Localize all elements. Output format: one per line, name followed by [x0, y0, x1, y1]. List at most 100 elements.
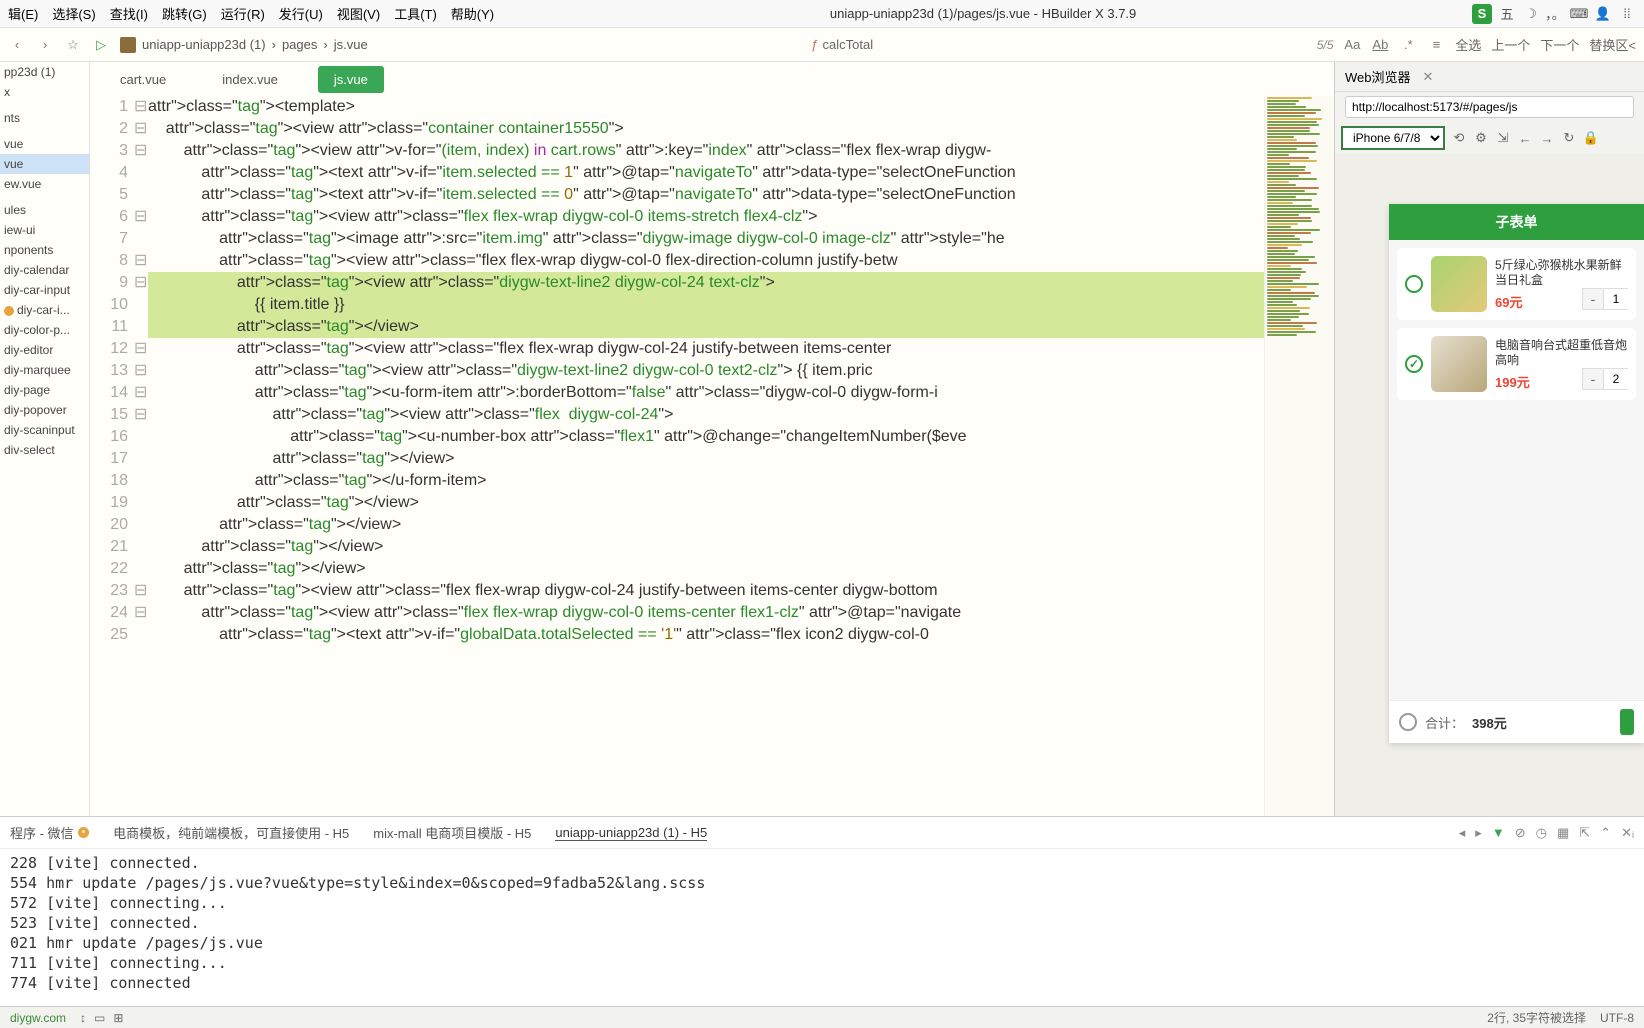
expand-icon[interactable]: ⇱ — [1579, 825, 1590, 841]
preview-tab[interactable]: Web浏览器 ✕ — [1335, 62, 1644, 92]
word-icon[interactable]: Ab — [1371, 36, 1389, 54]
sb-item[interactable]: diy-car-input — [0, 280, 89, 300]
sb-item[interactable]: diy-scaninput — [0, 420, 89, 440]
sb-item[interactable]: diy-car-i... — [0, 300, 89, 320]
list-icon[interactable]: ≡ — [1427, 36, 1445, 54]
sb-project[interactable]: pp23d (1) — [0, 62, 89, 82]
checkbox[interactable] — [1405, 275, 1423, 293]
settings-icon[interactable]: ⚙ — [1473, 130, 1489, 146]
encoding[interactable]: UTF-8 — [1600, 1011, 1634, 1025]
sb-item[interactable]: diy-calendar — [0, 260, 89, 280]
regex-icon[interactable]: .* — [1399, 36, 1417, 54]
checkout-button[interactable] — [1620, 709, 1634, 735]
up-icon[interactable]: ⌃ — [1600, 825, 1611, 841]
menu-edit[interactable]: 辑(E) — [8, 4, 38, 23]
quantity-stepper[interactable]: - 2 — [1582, 368, 1628, 390]
filter-icon[interactable]: ▼ — [1492, 825, 1505, 841]
menu-select[interactable]: 选择(S) — [52, 4, 95, 23]
sb-item[interactable]: diy-marquee — [0, 360, 89, 380]
back-arrow-icon[interactable]: ← — [1517, 130, 1533, 146]
device-select[interactable]: iPhone 6/7/8 — [1341, 126, 1445, 150]
replace-area[interactable]: 替换区< — [1589, 35, 1636, 54]
sb-item[interactable]: diy-popover — [0, 400, 89, 420]
sb-item[interactable]: nts — [0, 108, 89, 128]
export-icon[interactable]: ⇲ — [1495, 130, 1511, 146]
moon-icon[interactable]: ☽ — [1522, 5, 1540, 23]
fold-column[interactable]: ⊟⊟⊟⊟⊟⊟⊟⊟⊟⊟⊟⊟ — [134, 96, 148, 816]
checkbox-checked[interactable] — [1405, 355, 1423, 373]
console-output[interactable]: 228 [vite] connected. 554 hmr update /pa… — [0, 849, 1644, 1006]
sb-item[interactable]: vue — [0, 134, 89, 154]
tab-cart[interactable]: cart.vue — [104, 66, 182, 93]
sb-item[interactable]: nponents — [0, 240, 89, 260]
url-input[interactable] — [1345, 96, 1634, 118]
bc-file[interactable]: js.vue — [334, 37, 368, 52]
star-icon[interactable]: ☆ — [64, 36, 82, 54]
keyboard-icon[interactable]: ⌨ — [1570, 5, 1588, 23]
function-indicator[interactable]: ƒ calcTotal — [811, 37, 873, 52]
grid-icon[interactable]: ⁞⁞ — [1618, 5, 1636, 23]
code-editor[interactable]: 1234567891011121314151617181920212223242… — [90, 96, 1334, 816]
settings2-icon[interactable]: ✕ᵢ — [1621, 825, 1634, 841]
quantity-stepper[interactable]: - 1 — [1582, 288, 1628, 310]
minus-button[interactable]: - — [1582, 368, 1604, 390]
grid2-icon[interactable]: ⊞ — [113, 1011, 123, 1025]
menu-goto[interactable]: 跳转(G) — [162, 4, 207, 23]
reload-icon[interactable]: ↻ — [1561, 130, 1577, 146]
play-icon[interactable]: ▷ — [92, 36, 110, 54]
sb-item-active[interactable]: vue — [0, 154, 89, 174]
minimap[interactable] — [1264, 96, 1334, 816]
ime-icon[interactable]: S — [1472, 4, 1492, 24]
stop-icon[interactable]: ⊘ — [1515, 825, 1526, 841]
sb-item[interactable]: diy-color-p... — [0, 320, 89, 340]
select-all-checkbox[interactable] — [1399, 713, 1417, 731]
sb-item[interactable]: iew-ui — [0, 220, 89, 240]
back-icon[interactable]: ‹ — [8, 36, 26, 54]
sb-item[interactable]: ules — [0, 200, 89, 220]
console-tab-h5-1[interactable]: 电商模板，纯前端模板，可直接使用 - H5 — [113, 823, 349, 842]
menu-find[interactable]: 查找(I) — [110, 4, 148, 23]
next-icon[interactable]: ▸ — [1475, 825, 1482, 841]
forward-arrow-icon[interactable]: → — [1539, 130, 1555, 146]
lock-icon[interactable]: 🔒 — [1583, 130, 1599, 146]
console-tab-h5-2[interactable]: mix-mall 电商项目模版 - H5 — [373, 823, 531, 842]
terminal-icon[interactable]: ▭ — [94, 1011, 105, 1025]
file-explorer[interactable]: pp23d (1) x nts vue vue ew.vue ules iew-… — [0, 62, 90, 816]
close-icon[interactable]: ✕ — [1423, 69, 1434, 85]
menu-tools[interactable]: 工具(T) — [394, 4, 437, 23]
phone-screen[interactable]: 子表单 5斤绿心弥猴桃水果新鲜当日礼盒 69元 - 1 — [1389, 204, 1644, 743]
refresh-icon[interactable]: ⟲ — [1451, 130, 1467, 146]
tab-index[interactable]: index.vue — [206, 66, 294, 93]
product-card[interactable]: 5斤绿心弥猴桃水果新鲜当日礼盒 69元 - 1 — [1397, 248, 1636, 320]
sb-item[interactable]: div-select — [0, 440, 89, 460]
bc-folder[interactable]: pages — [282, 37, 317, 52]
console-tab-active[interactable]: uniapp-uniapp23d (1) - H5 — [555, 825, 707, 841]
prev-match[interactable]: 上一个 — [1491, 35, 1530, 54]
minus-button[interactable]: - — [1582, 288, 1604, 310]
next-match[interactable]: 下一个 — [1540, 35, 1579, 54]
clear-icon[interactable]: ▦ — [1557, 825, 1569, 841]
clock-icon[interactable]: ◷ — [1536, 825, 1547, 841]
forward-icon[interactable]: › — [36, 36, 54, 54]
comma-icon[interactable]: ，。 — [1546, 5, 1564, 23]
prev-icon[interactable]: ◂ — [1459, 825, 1466, 841]
sb-item[interactable]: x — [0, 82, 89, 102]
sb-item[interactable]: ew.vue — [0, 174, 89, 194]
product-card[interactable]: 电脑音响台式超重低音炮高响 199元 - 2 — [1397, 328, 1636, 400]
user-icon[interactable]: 👤 — [1594, 5, 1612, 23]
console-tab-wechat[interactable]: 程序 - 微信• — [10, 823, 89, 842]
bc-project[interactable]: uniapp-uniapp23d (1) — [142, 37, 266, 52]
menu-help[interactable]: 帮助(Y) — [451, 4, 494, 23]
case-icon[interactable]: Aa — [1343, 36, 1361, 54]
menu-publish[interactable]: 发行(U) — [279, 4, 323, 23]
menu-view[interactable]: 视图(V) — [337, 4, 380, 23]
sb-item[interactable]: diy-page — [0, 380, 89, 400]
tab-js[interactable]: js.vue — [318, 66, 384, 93]
status-link[interactable]: diygw.com — [10, 1011, 66, 1025]
sb-item[interactable]: diy-editor — [0, 340, 89, 360]
code-content[interactable]: attr">class="tag"><template> attr">class… — [148, 96, 1264, 816]
select-all[interactable]: 全选 — [1455, 35, 1481, 54]
sync-icon[interactable]: ↕ — [80, 1011, 86, 1025]
wubi-icon[interactable]: 五 — [1498, 5, 1516, 23]
menu-run[interactable]: 运行(R) — [221, 4, 265, 23]
